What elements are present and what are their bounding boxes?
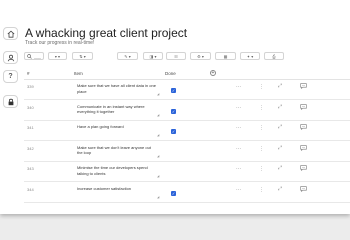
more-horizontal-icon[interactable]: ···: [236, 84, 241, 90]
view-button[interactable]: ◨ ▾: [143, 52, 163, 60]
more-vertical-icon[interactable]: ⋮: [259, 166, 264, 172]
row-id: 340: [27, 104, 34, 110]
table-button[interactable]: ▦: [215, 52, 236, 60]
sidebar: ?: [0, 0, 21, 214]
more-horizontal-icon[interactable]: ···: [236, 187, 241, 193]
row-id: 341: [27, 125, 34, 130]
comment-icon[interactable]: [300, 185, 307, 194]
comment-icon[interactable]: [300, 83, 307, 91]
table-row[interactable]: 339 Make sure that we have all client dat…: [24, 79, 350, 100]
resize-handle-icon[interactable]: ◢: [157, 174, 159, 178]
resize-handle-icon[interactable]: ◢: [157, 154, 159, 158]
page-title: A whacking great client project: [25, 26, 188, 40]
expand-icon[interactable]: ⤢: [278, 186, 282, 192]
sort-button[interactable]: ⇅ ▾: [72, 52, 93, 60]
filter-button[interactable]: ▾ ▾: [48, 52, 67, 60]
done-checkbox[interactable]: ✓: [171, 129, 176, 134]
more-vertical-icon[interactable]: ⋮: [259, 187, 264, 193]
resize-handle-icon[interactable]: ◢: [157, 92, 159, 96]
more-vertical-icon[interactable]: ⋮: [259, 146, 264, 152]
options-button[interactable]: ⚙ ▾: [190, 52, 211, 60]
done-checkbox[interactable]: ✓: [171, 190, 176, 196]
comment-icon[interactable]: [300, 165, 307, 173]
table-row[interactable]: 341 Have a plan going forward ◢ ✓ ··· ⋮ ⤢: [24, 120, 350, 141]
table-row[interactable]: 342 Make sure that we don't leave anyone …: [24, 141, 350, 162]
user-icon[interactable]: [3, 51, 18, 64]
settings-button[interactable]: ✦ ▾: [240, 52, 260, 60]
column-header-done[interactable]: Done: [165, 71, 176, 76]
done-checkbox[interactable]: [171, 170, 176, 175]
add-column-button[interactable]: +: [210, 70, 216, 76]
row-item-text[interactable]: Have a plan going forward: [77, 124, 157, 130]
home-icon[interactable]: [3, 27, 18, 40]
resize-handle-icon[interactable]: ◢: [157, 133, 159, 137]
done-checkbox[interactable]: [171, 150, 176, 155]
group-button[interactable]: ☷: [166, 52, 186, 60]
help-icon[interactable]: ?: [3, 70, 18, 83]
print-button[interactable]: ⎙: [264, 52, 284, 60]
done-checkbox[interactable]: ✓: [171, 88, 176, 93]
column-header-id[interactable]: #: [27, 71, 30, 76]
page-subtitle: Track our progress in real-time!: [25, 40, 95, 46]
row-item-text[interactable]: Minimise the time our developers spend t…: [77, 165, 157, 176]
more-horizontal-icon[interactable]: ···: [236, 146, 241, 152]
row-id: 343: [27, 166, 34, 171]
more-vertical-icon[interactable]: ⋮: [259, 105, 264, 111]
row-item-text[interactable]: Increase customer satisfaction: [77, 186, 157, 192]
edit-button[interactable]: ✎ ▾: [117, 52, 138, 60]
expand-icon[interactable]: ⤢: [278, 145, 282, 151]
expand-icon[interactable]: ⤢: [278, 104, 282, 110]
more-vertical-icon[interactable]: ⋮: [259, 84, 264, 90]
row-item-text[interactable]: Make sure that we have all client data i…: [77, 83, 157, 94]
expand-icon[interactable]: ⤢: [278, 124, 282, 130]
comment-icon[interactable]: [300, 124, 307, 132]
row-item-text[interactable]: Make sure that we don't leave anyone out…: [77, 145, 157, 156]
column-header-item[interactable]: Item: [74, 71, 83, 76]
table-row[interactable]: 344 Increase customer satisfaction ◢ ✓ ··· ⋮ ⤢: [24, 182, 350, 203]
comment-icon[interactable]: [300, 103, 307, 112]
table-row[interactable]: 340 Communicate in an instant way where e…: [24, 100, 350, 121]
more-horizontal-icon[interactable]: ···: [236, 105, 241, 111]
row-id: 342: [27, 145, 34, 151]
row-id: 344: [27, 186, 34, 192]
expand-icon[interactable]: ⤢: [278, 83, 282, 89]
done-checkbox[interactable]: ✓: [171, 108, 176, 114]
app-window: ? A whacking great client project Track …: [0, 0, 350, 214]
more-vertical-icon[interactable]: ⋮: [259, 125, 264, 131]
more-horizontal-icon[interactable]: ···: [236, 166, 241, 172]
lock-icon[interactable]: [3, 95, 18, 108]
row-item-text[interactable]: Communicate in an instant way where ever…: [77, 104, 157, 115]
table-row[interactable]: 343 Minimise the time our developers spen…: [24, 161, 350, 182]
resize-handle-icon[interactable]: ◢: [157, 195, 159, 199]
search-button[interactable]: ___: [24, 52, 44, 60]
resize-handle-icon[interactable]: ◢: [157, 113, 159, 117]
expand-icon[interactable]: ⤢: [278, 165, 282, 171]
comment-icon[interactable]: [300, 144, 307, 153]
more-horizontal-icon[interactable]: ···: [236, 125, 241, 131]
row-id: 339: [27, 84, 34, 89]
